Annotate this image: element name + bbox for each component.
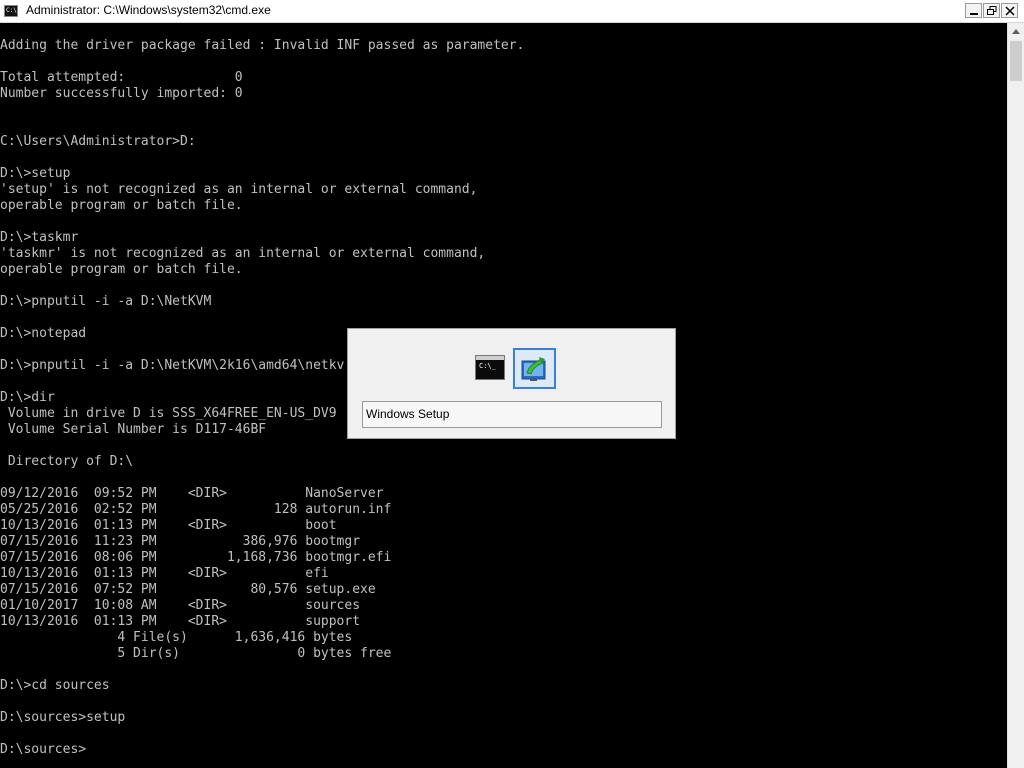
windows-setup-icon <box>521 357 546 381</box>
cmd-window-thumbnail[interactable]: C:\_ <box>475 355 505 380</box>
close-icon <box>1005 6 1015 16</box>
task-switcher: C:\_ Windows Setup <box>347 328 676 439</box>
scroll-thumb[interactable] <box>1010 41 1022 81</box>
restore-icon <box>987 6 997 15</box>
switcher-caption: Windows Setup <box>362 401 662 428</box>
thumbnail-titlebar <box>476 356 504 360</box>
close-button[interactable] <box>1001 3 1018 18</box>
title-bar[interactable]: C:\ Administrator: C:\Windows\system32\c… <box>0 0 1024 23</box>
arrow-up-icon <box>1012 29 1020 34</box>
scroll-up-button[interactable] <box>1008 23 1024 40</box>
cmd-app-icon[interactable]: C:\ <box>4 5 18 17</box>
minimize-button[interactable] <box>965 3 982 18</box>
vertical-scrollbar[interactable] <box>1007 23 1024 768</box>
windows-setup-thumbnail[interactable] <box>513 348 556 389</box>
cmd-prompt-text: C:\_ <box>479 362 496 370</box>
restore-button[interactable] <box>983 3 1000 18</box>
window-title: Administrator: C:\Windows\system32\cmd.e… <box>26 3 271 17</box>
cmd-window: C:\ Administrator: C:\Windows\system32\c… <box>0 0 1024 768</box>
minimize-icon <box>970 13 978 15</box>
